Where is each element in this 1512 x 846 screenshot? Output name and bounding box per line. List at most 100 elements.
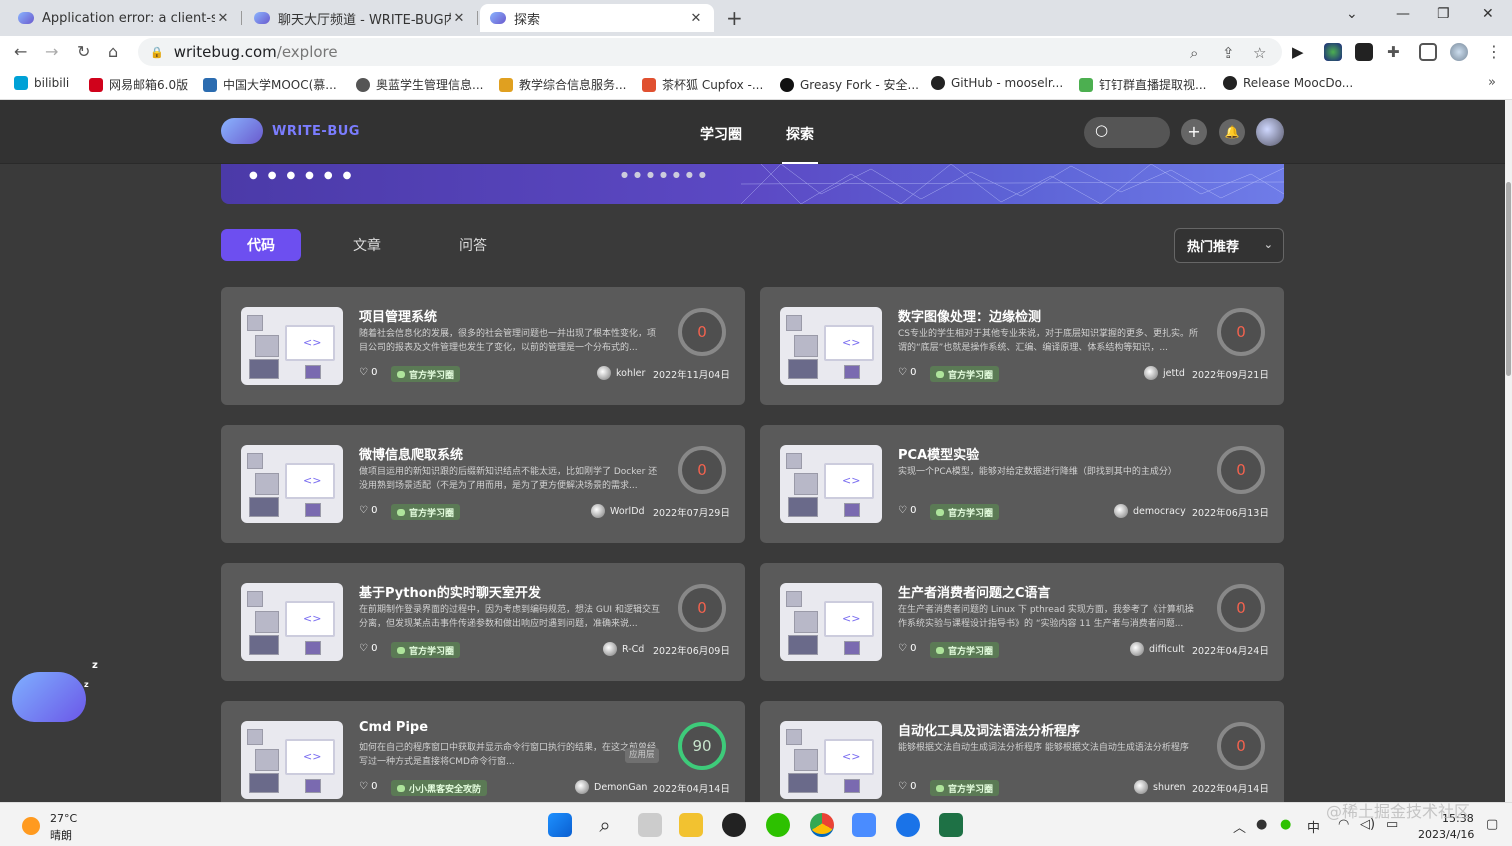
- circle-tag[interactable]: 官方学习圈: [930, 642, 1000, 658]
- card-title[interactable]: 基于Python的实时聊天室开发: [359, 582, 541, 601]
- like-count[interactable]: ♡ 0: [898, 781, 917, 792]
- home-icon[interactable]: ⌂: [108, 42, 118, 61]
- bookmark-netease-mail[interactable]: 网易邮箱6.0版: [89, 76, 188, 93]
- circle-tag[interactable]: 官方学习圈: [391, 366, 461, 382]
- card-title[interactable]: 自动化工具及词法语法分析程序: [898, 720, 1080, 739]
- bookmark-teaching-info[interactable]: 教学综合信息服务...: [499, 76, 626, 93]
- weather-condition[interactable]: 晴朗: [50, 827, 72, 843]
- card-author[interactable]: DemonGan: [575, 780, 647, 794]
- project-thumbnail[interactable]: <>: [780, 307, 882, 385]
- sun-icon[interactable]: [22, 817, 40, 835]
- project-card[interactable]: <> 项目管理系统 随着社会信息化的发展，很多的社会管理问题也一并出现了根本性变化，…: [221, 287, 745, 405]
- writebug-logo-icon[interactable]: [221, 118, 263, 144]
- create-button[interactable]: +: [1181, 119, 1207, 145]
- tampermonkey-icon[interactable]: [1355, 43, 1373, 61]
- project-card[interactable]: <> 基于Python的实时聊天室开发 在前期制作登录界面的过程中，因为考虑到编码规…: [221, 563, 745, 681]
- card-author[interactable]: jettd: [1144, 366, 1185, 380]
- project-thumbnail[interactable]: <>: [241, 583, 343, 661]
- project-card[interactable]: <> 生产者消费者问题之C语言 在生产者消费者问题的 Linux 下 pthread…: [760, 563, 1284, 681]
- url-omnibox[interactable]: 🔒 writebug.com/explore ⌕ ⇪ ☆: [138, 38, 1282, 66]
- profile-avatar[interactable]: [1450, 43, 1468, 61]
- new-tab-icon[interactable]: +: [726, 6, 743, 30]
- card-title[interactable]: PCA模型实验: [898, 444, 979, 463]
- windows-start-icon[interactable]: [548, 813, 572, 837]
- tray-wechat-icon[interactable]: ●: [1280, 817, 1291, 832]
- scrollbar-thumb[interactable]: [1506, 182, 1511, 376]
- notification-icon[interactable]: ▢: [1486, 817, 1498, 832]
- project-card[interactable]: <> 自动化工具及词法语法分析程序 能够根据文法自动生成词法分析程序 能够根据文法自…: [760, 701, 1284, 802]
- card-title[interactable]: Cmd Pipe: [359, 720, 428, 735]
- chrome-icon[interactable]: [810, 813, 834, 837]
- circle-tag[interactable]: 官方学习圈: [930, 366, 1000, 382]
- project-card[interactable]: <> 数字图像处理：边缘检测 CS专业的学生相对于其他专业来说，对于底层知识掌握的更…: [760, 287, 1284, 405]
- project-card[interactable]: <> PCA模型实验 实现一个PCA模型，能够对给定数据进行降维（即找到其中的主成分…: [760, 425, 1284, 543]
- share-icon[interactable]: ⇪: [1222, 44, 1235, 62]
- project-thumbnail[interactable]: <>: [241, 445, 343, 523]
- bell-icon[interactable]: 🔔: [1219, 119, 1245, 145]
- nav-study-circle[interactable]: 学习圈: [700, 124, 742, 144]
- card-author[interactable]: democracy: [1114, 504, 1186, 518]
- window-close-icon[interactable]: ✕: [1482, 6, 1494, 22]
- avatar[interactable]: [1256, 118, 1284, 146]
- card-title[interactable]: 数字图像处理：边缘检测: [898, 306, 1041, 325]
- logo-text[interactable]: WRITE-BUG: [272, 124, 360, 139]
- zoom-icon[interactable]: ⌕: [1190, 44, 1198, 62]
- project-card[interactable]: <> 微博信息爬取系统 做项目运用的新知识跟的后缀新知识结点不能太远，比如刚学了 D…: [221, 425, 745, 543]
- project-thumbnail[interactable]: <>: [780, 445, 882, 523]
- like-count[interactable]: ♡ 0: [359, 367, 378, 378]
- page-scrollbar[interactable]: [1505, 100, 1512, 802]
- project-thumbnail[interactable]: <>: [241, 721, 343, 799]
- forward-icon[interactable]: →: [45, 42, 58, 61]
- bookmark-bilibili[interactable]: bilibili: [14, 76, 69, 90]
- circle-tag[interactable]: 小小黑客安全攻防: [391, 780, 488, 796]
- browser-tab-1[interactable]: Application error: a client-side ✕: [8, 4, 242, 32]
- card-author[interactable]: kohler: [597, 366, 645, 380]
- bookmark-release-moocdo[interactable]: Release MoocDo...: [1223, 76, 1353, 90]
- menu-kebab-icon[interactable]: ⋮: [1486, 42, 1502, 61]
- play-extension-icon[interactable]: ▶: [1292, 43, 1310, 61]
- wechat-icon[interactable]: [766, 813, 790, 837]
- search-input[interactable]: ○: [1084, 117, 1170, 148]
- close-icon[interactable]: ✕: [688, 11, 704, 26]
- reload-icon[interactable]: ↻: [77, 42, 90, 61]
- browser-tab-2[interactable]: 聊天大厅频道 - WRITE-BUG内容 ✕: [244, 4, 478, 32]
- tab-articles[interactable]: 文章: [351, 229, 383, 261]
- card-author[interactable]: R-Cd: [603, 642, 644, 656]
- minimize-icon[interactable]: —: [1396, 6, 1410, 22]
- bookmarks-overflow-icon[interactable]: »: [1488, 75, 1496, 90]
- back-icon[interactable]: ←: [14, 42, 27, 61]
- circle-tag[interactable]: 官方学习圈: [930, 504, 1000, 520]
- bookmark-cupfox[interactable]: 茶杯狐 Cupfox -...: [642, 76, 763, 93]
- card-title[interactable]: 项目管理系统: [359, 306, 437, 325]
- tab-qa[interactable]: 问答: [457, 229, 489, 261]
- kugou-icon[interactable]: [896, 813, 920, 837]
- like-count[interactable]: ♡ 0: [898, 643, 917, 654]
- like-count[interactable]: ♡ 0: [359, 505, 378, 516]
- like-count[interactable]: ♡ 0: [359, 781, 378, 792]
- browser-tab-3[interactable]: 探索 ✕: [480, 4, 714, 32]
- bookmark-star-icon[interactable]: ☆: [1253, 44, 1266, 62]
- bookmark-dingtalk[interactable]: 钉钉群直播提取视...: [1079, 76, 1206, 93]
- close-icon[interactable]: ✕: [215, 11, 231, 26]
- nav-explore[interactable]: 探索: [786, 124, 814, 144]
- restore-icon[interactable]: ❐: [1437, 6, 1450, 22]
- bookmark-mooc[interactable]: 中国大学MOOC(慕...: [203, 76, 337, 93]
- ime-indicator[interactable]: 中: [1307, 817, 1320, 836]
- bookmark-student-mgmt[interactable]: 奥蓝学生管理信息...: [356, 76, 483, 93]
- card-title[interactable]: 生产者消费者问题之C语言: [898, 582, 1051, 601]
- task-view-icon[interactable]: [638, 813, 662, 837]
- project-thumbnail[interactable]: <>: [241, 307, 343, 385]
- excel-icon[interactable]: [939, 813, 963, 837]
- circle-tag[interactable]: 官方学习圈: [391, 504, 461, 520]
- circle-tag[interactable]: 官方学习圈: [930, 780, 1000, 796]
- sort-dropdown[interactable]: 热门推荐 ⌄: [1174, 228, 1284, 263]
- tab-search-chevron-icon[interactable]: ⌄: [1346, 6, 1358, 22]
- project-thumbnail[interactable]: <>: [780, 583, 882, 661]
- like-count[interactable]: ♡ 0: [359, 643, 378, 654]
- search-icon[interactable]: ⌕: [593, 813, 617, 837]
- weather-temperature[interactable]: 27°C: [50, 812, 77, 825]
- card-author[interactable]: shuren: [1134, 780, 1186, 794]
- sleeping-mascot-icon[interactable]: [12, 672, 86, 722]
- card-title[interactable]: 微博信息爬取系统: [359, 444, 463, 463]
- clock-date[interactable]: 2023/4/16: [1418, 828, 1474, 841]
